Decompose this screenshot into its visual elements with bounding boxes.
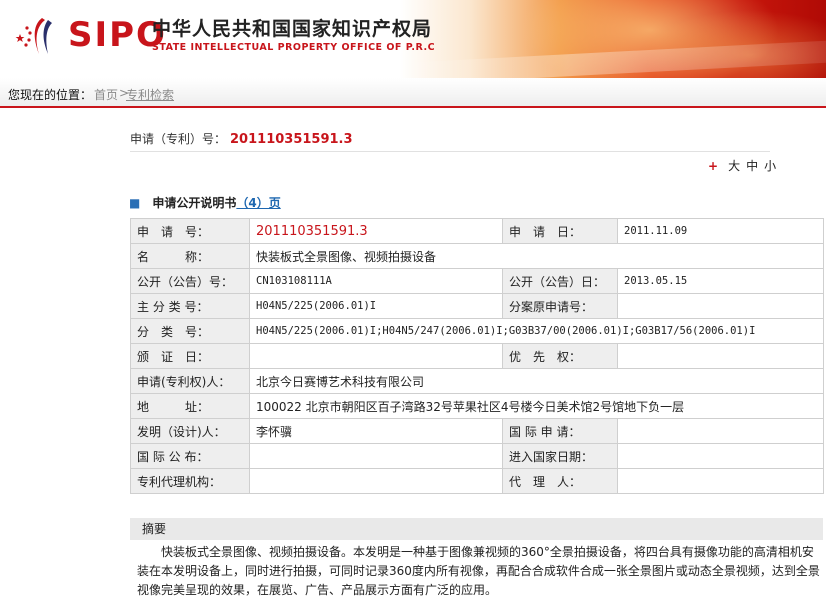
table-row: 主 分 类 号： H04N5/225(2006.01)I 分案原申请号： [130, 293, 824, 319]
row-label: 优 先 权： [502, 343, 618, 369]
org-name-en: STATE INTELLECTUAL PROPERTY OFFICE OF P.… [152, 42, 436, 53]
org-name-cn: 中华人民共和国国家知识产权局 [152, 18, 433, 40]
row-value [617, 443, 824, 469]
table-row: 分 类 号： H04N5/225(2006.01)I;H04N5/247(200… [130, 318, 824, 344]
row-value: 李怀骥 [249, 418, 503, 444]
table-row: 颁 证 日： 优 先 权： [130, 343, 824, 369]
row-value: 100022 北京市朝阳区百子湾路32号苹果社区4号楼今日美术馆2号馆地下负一层 [249, 393, 824, 419]
row-label: 名 称： [130, 243, 250, 269]
sipo-logo-icon [15, 18, 52, 54]
site-banner: SIPO 中华人民共和国国家知识产权局 STATE INTELLECTUAL P… [0, 0, 826, 78]
row-label: 分案原申请号： [502, 293, 618, 319]
font-size-small-button[interactable]: 小 [764, 159, 776, 173]
table-row: 地 址： 100022 北京市朝阳区百子湾路32号苹果社区4号楼今日美术馆2号馆… [130, 393, 824, 419]
table-row: 国 际 公 布： 进入国家日期： [130, 443, 824, 469]
table-row: 公开（公告）号： CN103108111A 公开（公告）日： 2013.05.1… [130, 268, 824, 294]
plus-icon: + [708, 159, 719, 173]
row-label: 国 际 申 请： [502, 418, 618, 444]
row-label: 主 分 类 号： [130, 293, 250, 319]
application-number-label: 申请（专利）号： [130, 132, 227, 146]
row-value [249, 443, 503, 469]
row-value: CN103108111A [249, 268, 503, 294]
row-label: 进入国家日期： [502, 443, 618, 469]
row-value: H04N5/225(2006.01)I [249, 293, 503, 319]
row-value [617, 293, 824, 319]
abstract-heading: 摘要 [130, 518, 823, 540]
row-value: 2011.11.09 [617, 218, 824, 244]
row-value [617, 343, 824, 369]
row-value [617, 468, 824, 494]
row-label: 公开（公告）号： [130, 268, 250, 294]
table-row: 名 称： 快装板式全景图像、视频拍摄设备 [130, 243, 824, 269]
row-value: 201110351591.3 [249, 218, 503, 244]
row-label: 专利代理机构： [130, 468, 250, 494]
heading-divider [130, 151, 770, 152]
row-label: 申 请 日： [502, 218, 618, 244]
breadcrumb: 您现在的位置： 首页 > 专利检索 [0, 78, 826, 108]
row-value [249, 343, 503, 369]
row-value: 北京今日赛博艺术科技有限公司 [249, 368, 824, 394]
row-label: 申 请 号： [130, 218, 250, 244]
breadcrumb-home-link[interactable]: 首页 [94, 86, 118, 103]
table-row: 专利代理机构： 代 理 人： [130, 468, 824, 494]
font-size-control: + 大中小 [708, 157, 776, 174]
section-title-text: 申请公开说明书 [152, 196, 237, 210]
table-row: 申请(专利权)人： 北京今日赛博艺术科技有限公司 [130, 368, 824, 394]
row-value [617, 418, 824, 444]
row-label: 公开（公告）日： [502, 268, 618, 294]
row-label: 地 址： [130, 393, 250, 419]
section-pages-link[interactable]: （4）页 [236, 196, 280, 210]
font-size-medium-button[interactable]: 中 [746, 159, 758, 173]
table-row: 申 请 号： 201110351591.3 申 请 日： 2011.11.09 [130, 218, 824, 244]
patent-info-table: 申 请 号： 201110351591.3 申 请 日： 2011.11.09 … [130, 218, 824, 494]
application-number-value: 201110351591.3 [230, 132, 353, 147]
section-title: ■ 申请公开说明书（4）页 [129, 194, 281, 211]
abstract-text: 快装板式全景图像、视频拍摄设备。本发明是一种基于图像兼视频的360°全景拍摄设备… [137, 545, 820, 597]
row-value: 2013.05.15 [617, 268, 824, 294]
row-label: 代 理 人： [502, 468, 618, 494]
row-value [249, 468, 503, 494]
row-label: 发明（设计)人： [130, 418, 250, 444]
bullet-icon: ■ [129, 196, 141, 210]
breadcrumb-current-link[interactable]: 专利检索 [126, 86, 174, 103]
breadcrumb-label: 您现在的位置： [8, 88, 93, 102]
row-label: 颁 证 日： [130, 343, 250, 369]
row-value: 快装板式全景图像、视频拍摄设备 [249, 243, 824, 269]
row-value: H04N5/225(2006.01)I;H04N5/247(2006.01)I;… [249, 318, 824, 344]
font-size-large-button[interactable]: 大 [728, 159, 740, 173]
table-row: 发明（设计)人： 李怀骥 国 际 申 请： [130, 418, 824, 444]
row-label: 分 类 号： [130, 318, 250, 344]
application-number-heading: 申请（专利）号： 201110351591.3 [130, 130, 353, 147]
row-label: 申请(专利权)人： [130, 368, 250, 394]
row-label: 国 际 公 布： [130, 443, 250, 469]
